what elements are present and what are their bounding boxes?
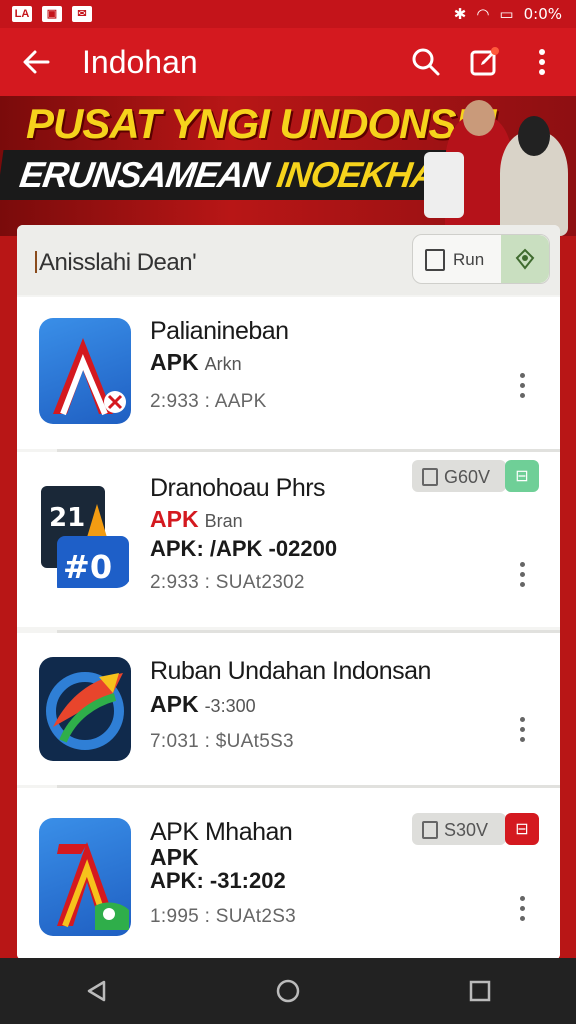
bluetooth-icon: ✱ xyxy=(453,5,467,23)
badge-icon xyxy=(422,821,438,839)
app-name: APK Mhahan xyxy=(150,818,293,846)
nav-recents-icon[interactable] xyxy=(460,971,500,1011)
filter-chip-label: Run xyxy=(453,250,485,269)
mail-icon: ✉ xyxy=(72,6,92,22)
app-name: Ruban Undahan Indonsan xyxy=(150,657,431,685)
status-bar: LA ▣ ✉ ✱ ◠ ▭ 0:0% xyxy=(0,0,576,28)
app-meta: 2:933 : AAPK xyxy=(150,391,267,412)
system-nav-bar xyxy=(0,958,576,1024)
app-meta: 1:995 : SUAt2S3 xyxy=(150,906,297,927)
battery-icon: ▭ xyxy=(499,5,514,23)
shield-icon[interactable] xyxy=(501,235,549,283)
edit-icon[interactable] xyxy=(464,42,504,82)
list-item[interactable]: Palianineban APK Arkn 2:933 : AAPK xyxy=(17,297,560,449)
svg-text:#0: #0 xyxy=(63,548,112,586)
nav-home-icon[interactable] xyxy=(268,971,308,1011)
banner-person-2-head xyxy=(518,116,550,156)
battery-percent: 0:0% xyxy=(523,5,562,23)
red-a-icon xyxy=(39,318,131,424)
app-bar: Indohan xyxy=(0,28,576,96)
background-left-strip xyxy=(0,236,17,956)
notification-la-icon: LA xyxy=(12,6,32,22)
status-badge: G60V xyxy=(412,460,506,492)
search-query[interactable]: Anisslahi Dean' xyxy=(34,249,197,277)
results-panel: Anisslahi Dean' Run Palianineban APK Arkn… xyxy=(17,225,560,960)
list-item[interactable]: APK Mhahan S30V ⊟ APK APK: -31:202 1:995… xyxy=(17,788,560,960)
more-vert-icon[interactable] xyxy=(515,562,529,587)
search-bar[interactable]: Anisslahi Dean' Run xyxy=(17,225,560,295)
app-name: Palianineban xyxy=(150,317,289,345)
banner-person-1-head xyxy=(463,100,495,136)
list-item[interactable]: Ruban Undahan Indonsan APK -3:300 7:031 :… xyxy=(17,633,560,785)
page-title: Indohan xyxy=(82,43,198,80)
app-version: APK: -31:202 xyxy=(150,868,286,893)
search-icon[interactable] xyxy=(406,42,446,82)
promo-banner[interactable]: PUSAT YNGI UNDONSIN ERUNSAMEAN INOEKHAN xyxy=(0,96,576,236)
app-type: APK -3:300 xyxy=(150,691,256,717)
background-right-strip xyxy=(560,236,576,956)
a-40-icon: 21 #0 xyxy=(39,482,131,588)
app-type: APK xyxy=(150,844,199,870)
nav-back-icon[interactable] xyxy=(76,971,116,1011)
more-vert-icon[interactable] xyxy=(522,42,562,82)
install-icon[interactable]: ⊟ xyxy=(505,460,539,492)
flag-a-icon xyxy=(39,818,131,936)
badge-icon xyxy=(422,468,438,486)
checkbox-icon xyxy=(425,249,445,271)
app-name: Dranohoau Phrs xyxy=(150,474,326,502)
filter-chip[interactable]: Run xyxy=(412,234,550,284)
wifi-icon: ◠ xyxy=(476,5,490,23)
app-type: APK Arkn xyxy=(150,349,242,375)
app-type: APK Bran xyxy=(150,506,243,532)
banner-device xyxy=(424,152,464,218)
status-badge: S30V xyxy=(412,813,506,845)
more-vert-icon[interactable] xyxy=(515,717,529,742)
svg-text:21: 21 xyxy=(49,503,85,533)
back-arrow-icon[interactable] xyxy=(12,38,60,86)
more-vert-icon[interactable] xyxy=(515,896,529,921)
app-meta: 2:933 : SUAt2302 xyxy=(150,572,305,593)
swirl-arrow-icon xyxy=(39,657,131,761)
install-icon[interactable]: ⊟ xyxy=(505,813,539,845)
app-version: APK: /APK -02200 xyxy=(150,536,338,561)
banner-headline: PUSAT YNGI UNDONSIN xyxy=(26,100,496,147)
app-meta: 7:031 : $UAt5S3 xyxy=(150,731,294,752)
list-item[interactable]: 21 #0 Dranohoau Phrs G60V ⊟ APK Bran APK: … xyxy=(17,452,560,627)
more-vert-icon[interactable] xyxy=(515,373,529,398)
image-icon: ▣ xyxy=(42,6,62,22)
